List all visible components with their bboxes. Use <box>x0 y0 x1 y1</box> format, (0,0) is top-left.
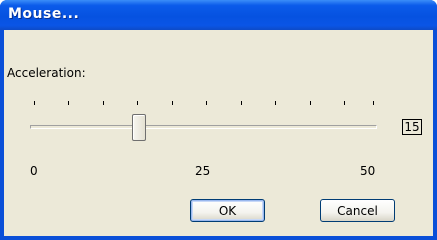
acceleration-slider-track[interactable] <box>30 125 377 129</box>
title-bar[interactable]: Mouse... <box>0 0 437 30</box>
dialog-body: Acceleration: 15 0 25 50 OK Cancel <box>4 30 433 236</box>
window-title: Mouse... <box>8 6 80 22</box>
acceleration-label: Acceleration: <box>7 66 86 80</box>
scale-min-label: 0 <box>30 164 38 178</box>
slider-tick <box>373 101 374 105</box>
acceleration-slider-thumb[interactable] <box>132 114 146 141</box>
slider-tick <box>206 101 207 105</box>
ok-button[interactable]: OK <box>190 199 265 222</box>
slider-tick <box>344 101 345 105</box>
slider-tick <box>103 101 104 105</box>
slider-tick <box>310 101 311 105</box>
cancel-button[interactable]: Cancel <box>320 199 395 222</box>
slider-tick <box>172 101 173 105</box>
slider-tick <box>34 101 35 105</box>
scale-mid-label: 25 <box>195 164 211 178</box>
dialog-window: Mouse... Acceleration: 15 0 25 50 OK Can… <box>0 0 437 240</box>
slider-tick <box>68 101 69 105</box>
slider-tick <box>241 101 242 105</box>
slider-tick <box>275 101 276 105</box>
slider-tick <box>137 101 138 105</box>
scale-max-label: 50 <box>360 164 376 178</box>
acceleration-value: 15 <box>402 119 422 135</box>
